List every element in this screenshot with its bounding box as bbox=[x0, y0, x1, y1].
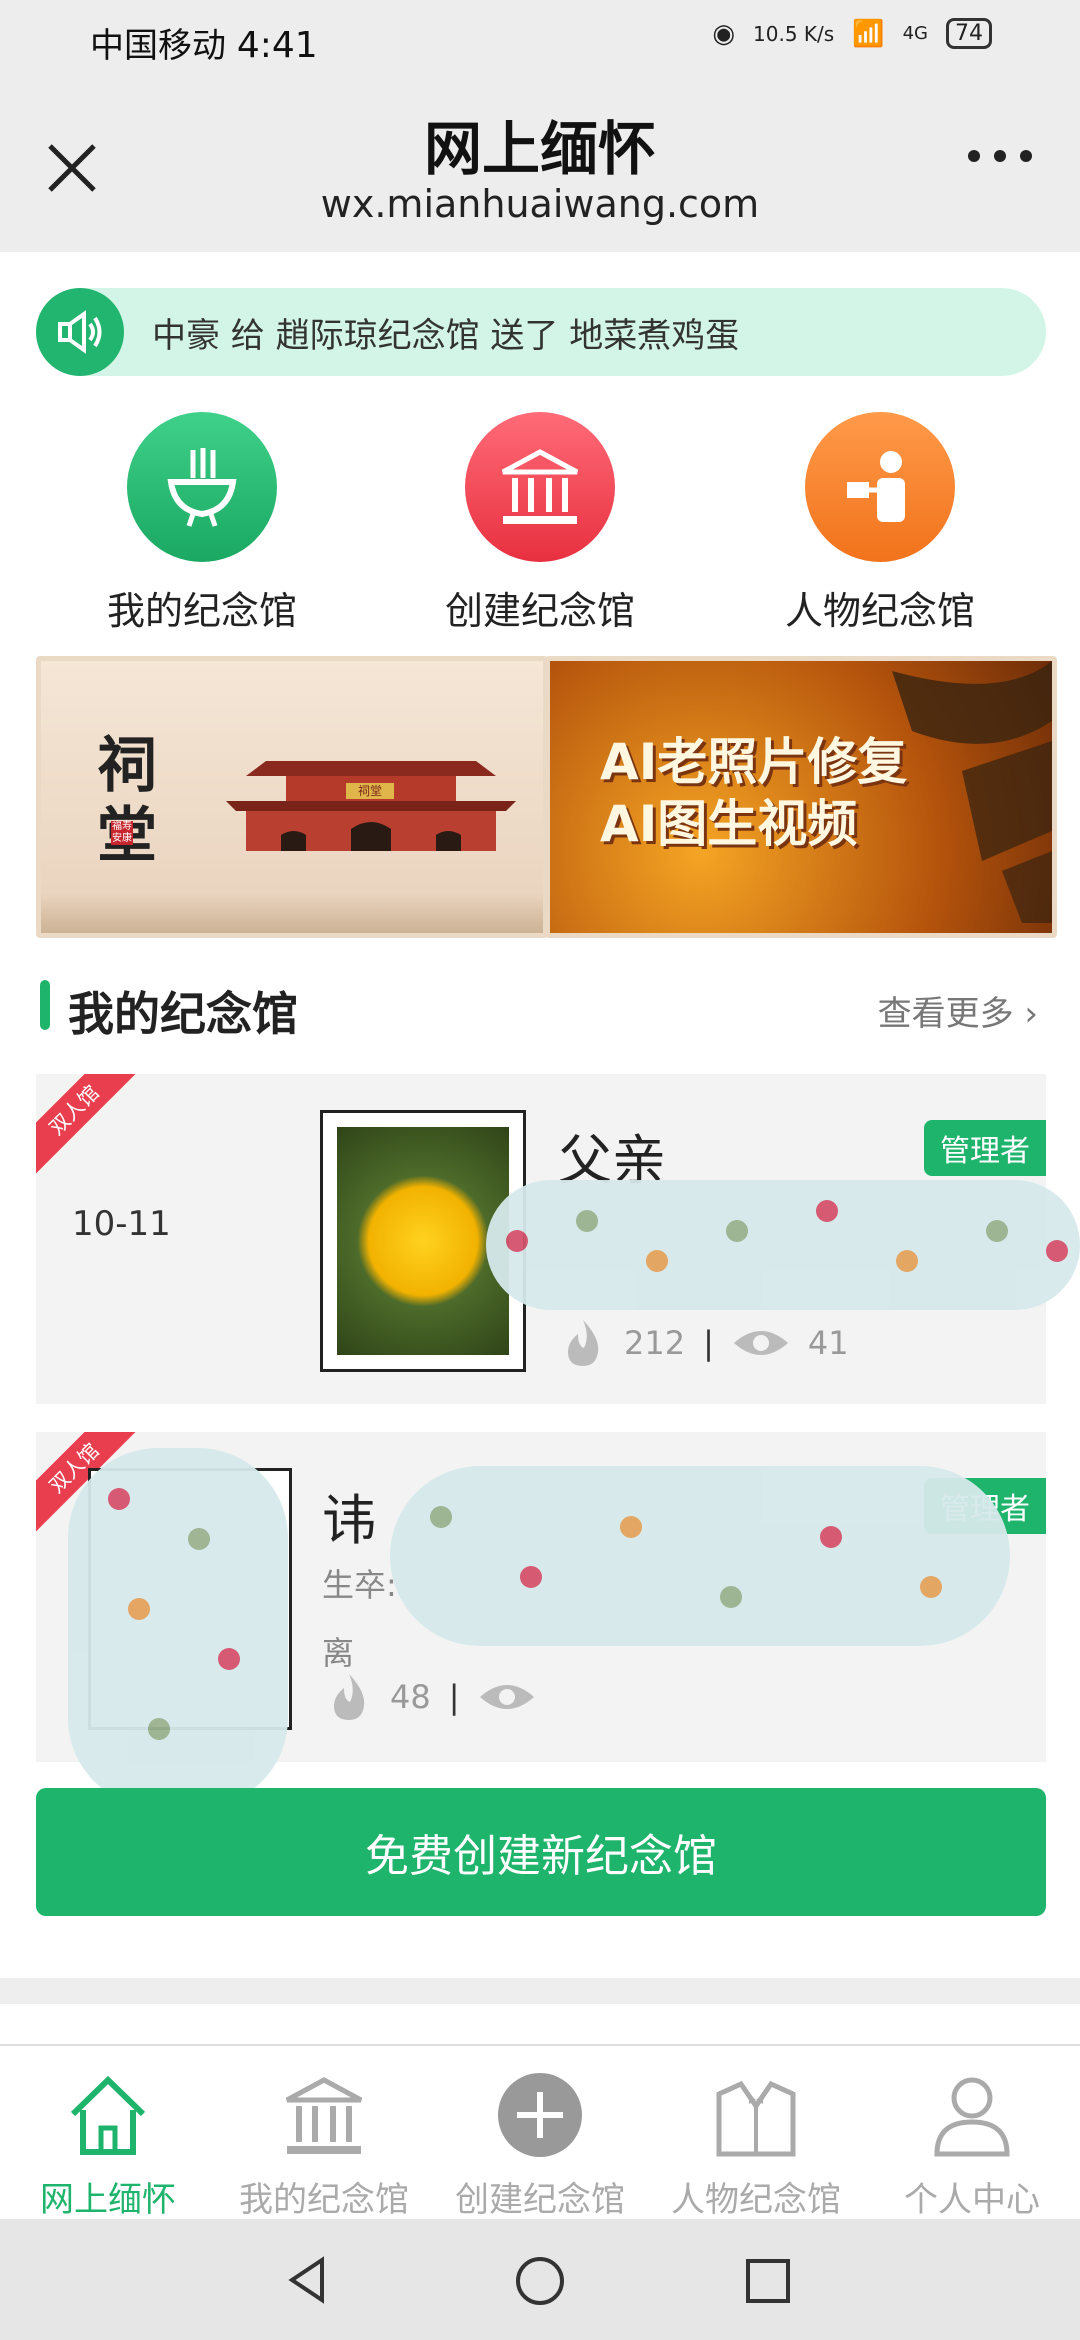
speaker-icon bbox=[36, 288, 124, 376]
view-more-label: 查看更多 bbox=[877, 994, 1014, 1034]
user-icon bbox=[934, 2077, 1010, 2157]
svg-text:祠堂: 祠堂 bbox=[358, 784, 382, 798]
plus-circle-icon bbox=[498, 2073, 582, 2157]
tuxedo-icon bbox=[716, 2080, 796, 2157]
nav-label: 创建纪念馆 bbox=[455, 2180, 625, 2220]
temple-icon bbox=[465, 412, 615, 562]
redacted-area bbox=[486, 1180, 1080, 1310]
double-memorial-ribbon: 双人馆 bbox=[36, 1074, 136, 1174]
life-dates-label: 生卒: bbox=[322, 1566, 397, 1604]
nav-label: 我的纪念馆 bbox=[239, 2180, 409, 2220]
redacted-area bbox=[390, 1466, 1010, 1646]
view-count: 41 bbox=[807, 1324, 849, 1362]
create-memorial-button[interactable]: 免费创建新纪念馆 bbox=[36, 1788, 1046, 1916]
home-icon bbox=[70, 2075, 146, 2155]
quick-action-label: 人物纪念馆 bbox=[784, 589, 975, 633]
page-title: 网上缅怀 bbox=[423, 115, 656, 183]
chevron-right-icon: › bbox=[1024, 994, 1038, 1034]
admin-badge: 管理者 bbox=[924, 1120, 1046, 1176]
nav-item-profile[interactable]: 个人中心 bbox=[864, 2070, 1080, 2221]
quick-action-my-memorial[interactable]: 我的纪念馆 bbox=[52, 412, 352, 635]
flame-count: 212 bbox=[624, 1324, 686, 1362]
flame-count: 48 bbox=[390, 1678, 431, 1716]
nav-item-people[interactable]: 人物纪念馆 bbox=[648, 2070, 864, 2221]
person-icon bbox=[805, 412, 955, 562]
quick-action-label: 我的纪念馆 bbox=[106, 589, 297, 633]
nav-label: 个人中心 bbox=[904, 2180, 1040, 2220]
view-more-link[interactable]: 查看更多 › bbox=[878, 986, 1038, 1035]
memorial-date: 10-11 bbox=[72, 1204, 171, 1244]
nav-item-home[interactable]: 网上缅怀 bbox=[0, 2070, 216, 2221]
memorial-stats: 48 | bbox=[326, 1672, 536, 1722]
temple-illustration: 祠堂 bbox=[226, 761, 516, 851]
quick-action-label: 创建纪念馆 bbox=[444, 589, 635, 633]
flame-icon bbox=[334, 1674, 365, 1720]
bottom-nav: 网上缅怀 我的纪念馆 创建纪念馆 人物纪念馆 个人中心 bbox=[0, 2044, 1080, 2221]
nav-item-create[interactable]: 创建纪念馆 bbox=[432, 2070, 648, 2221]
status-icons: ◉ 10.5 K/s 📶 4G 74 bbox=[712, 18, 992, 49]
eye-icon bbox=[479, 1685, 534, 1709]
memorial-stats: 212 | 41 bbox=[560, 1318, 849, 1368]
status-carrier: 中国移动 4:41 bbox=[90, 18, 318, 67]
back-icon[interactable] bbox=[282, 2255, 332, 2305]
more-menu-icon[interactable] bbox=[968, 150, 1032, 162]
nav-item-my-memorial[interactable]: 我的纪念馆 bbox=[216, 2070, 432, 2221]
nav-label: 网上缅怀 bbox=[40, 2180, 176, 2220]
marigold-photo bbox=[337, 1127, 509, 1355]
system-nav-bar bbox=[0, 2219, 1080, 2340]
page-url: wx.mianhuaiwang.com bbox=[320, 182, 760, 226]
nav-label: 人物纪念馆 bbox=[671, 2180, 841, 2220]
carrier-text: 中国移动 bbox=[90, 26, 226, 66]
notice-text: 中豪 给 趙际琼纪念馆 送了 地菜煮鸡蛋 bbox=[152, 316, 740, 356]
incense-burner-icon bbox=[127, 412, 277, 562]
departed-label: 离 bbox=[322, 1634, 355, 1672]
nav-separator bbox=[0, 1978, 1080, 2004]
eye-comfort-icon: ◉ bbox=[712, 18, 736, 49]
redacted-area bbox=[68, 1448, 288, 1808]
flame-icon bbox=[568, 1320, 599, 1366]
wifi-icon: 📶 bbox=[852, 18, 885, 49]
banner-title: 祠堂 bbox=[97, 731, 157, 871]
clock-text: 4:41 bbox=[236, 25, 318, 66]
film-strip-icon bbox=[892, 661, 1052, 923]
eye-icon bbox=[733, 1331, 788, 1355]
seal-stamp: 福寿安康 bbox=[111, 821, 133, 845]
battery-icon: 74 bbox=[946, 18, 992, 49]
quick-action-create-memorial[interactable]: 创建纪念馆 bbox=[390, 412, 690, 635]
quick-action-person-memorial[interactable]: 人物纪念馆 bbox=[730, 412, 1030, 635]
temple-icon bbox=[285, 2077, 363, 2154]
net-speed-text: 10.5 K/s bbox=[753, 21, 835, 46]
ai-photo-repair-banner[interactable]: AI老照片修复 AI图生视频 bbox=[545, 656, 1057, 938]
network-type-text: 4G bbox=[902, 23, 928, 44]
memorial-name: 讳 bbox=[322, 1489, 376, 1552]
ancestral-hall-banner[interactable]: 祠堂 福寿安康 祠堂 bbox=[36, 656, 548, 938]
home-button-icon[interactable] bbox=[514, 2255, 566, 2307]
section-title: 我的纪念馆 bbox=[68, 987, 298, 1041]
recents-icon[interactable] bbox=[744, 2257, 792, 2305]
section-accent-bar bbox=[40, 980, 50, 1030]
